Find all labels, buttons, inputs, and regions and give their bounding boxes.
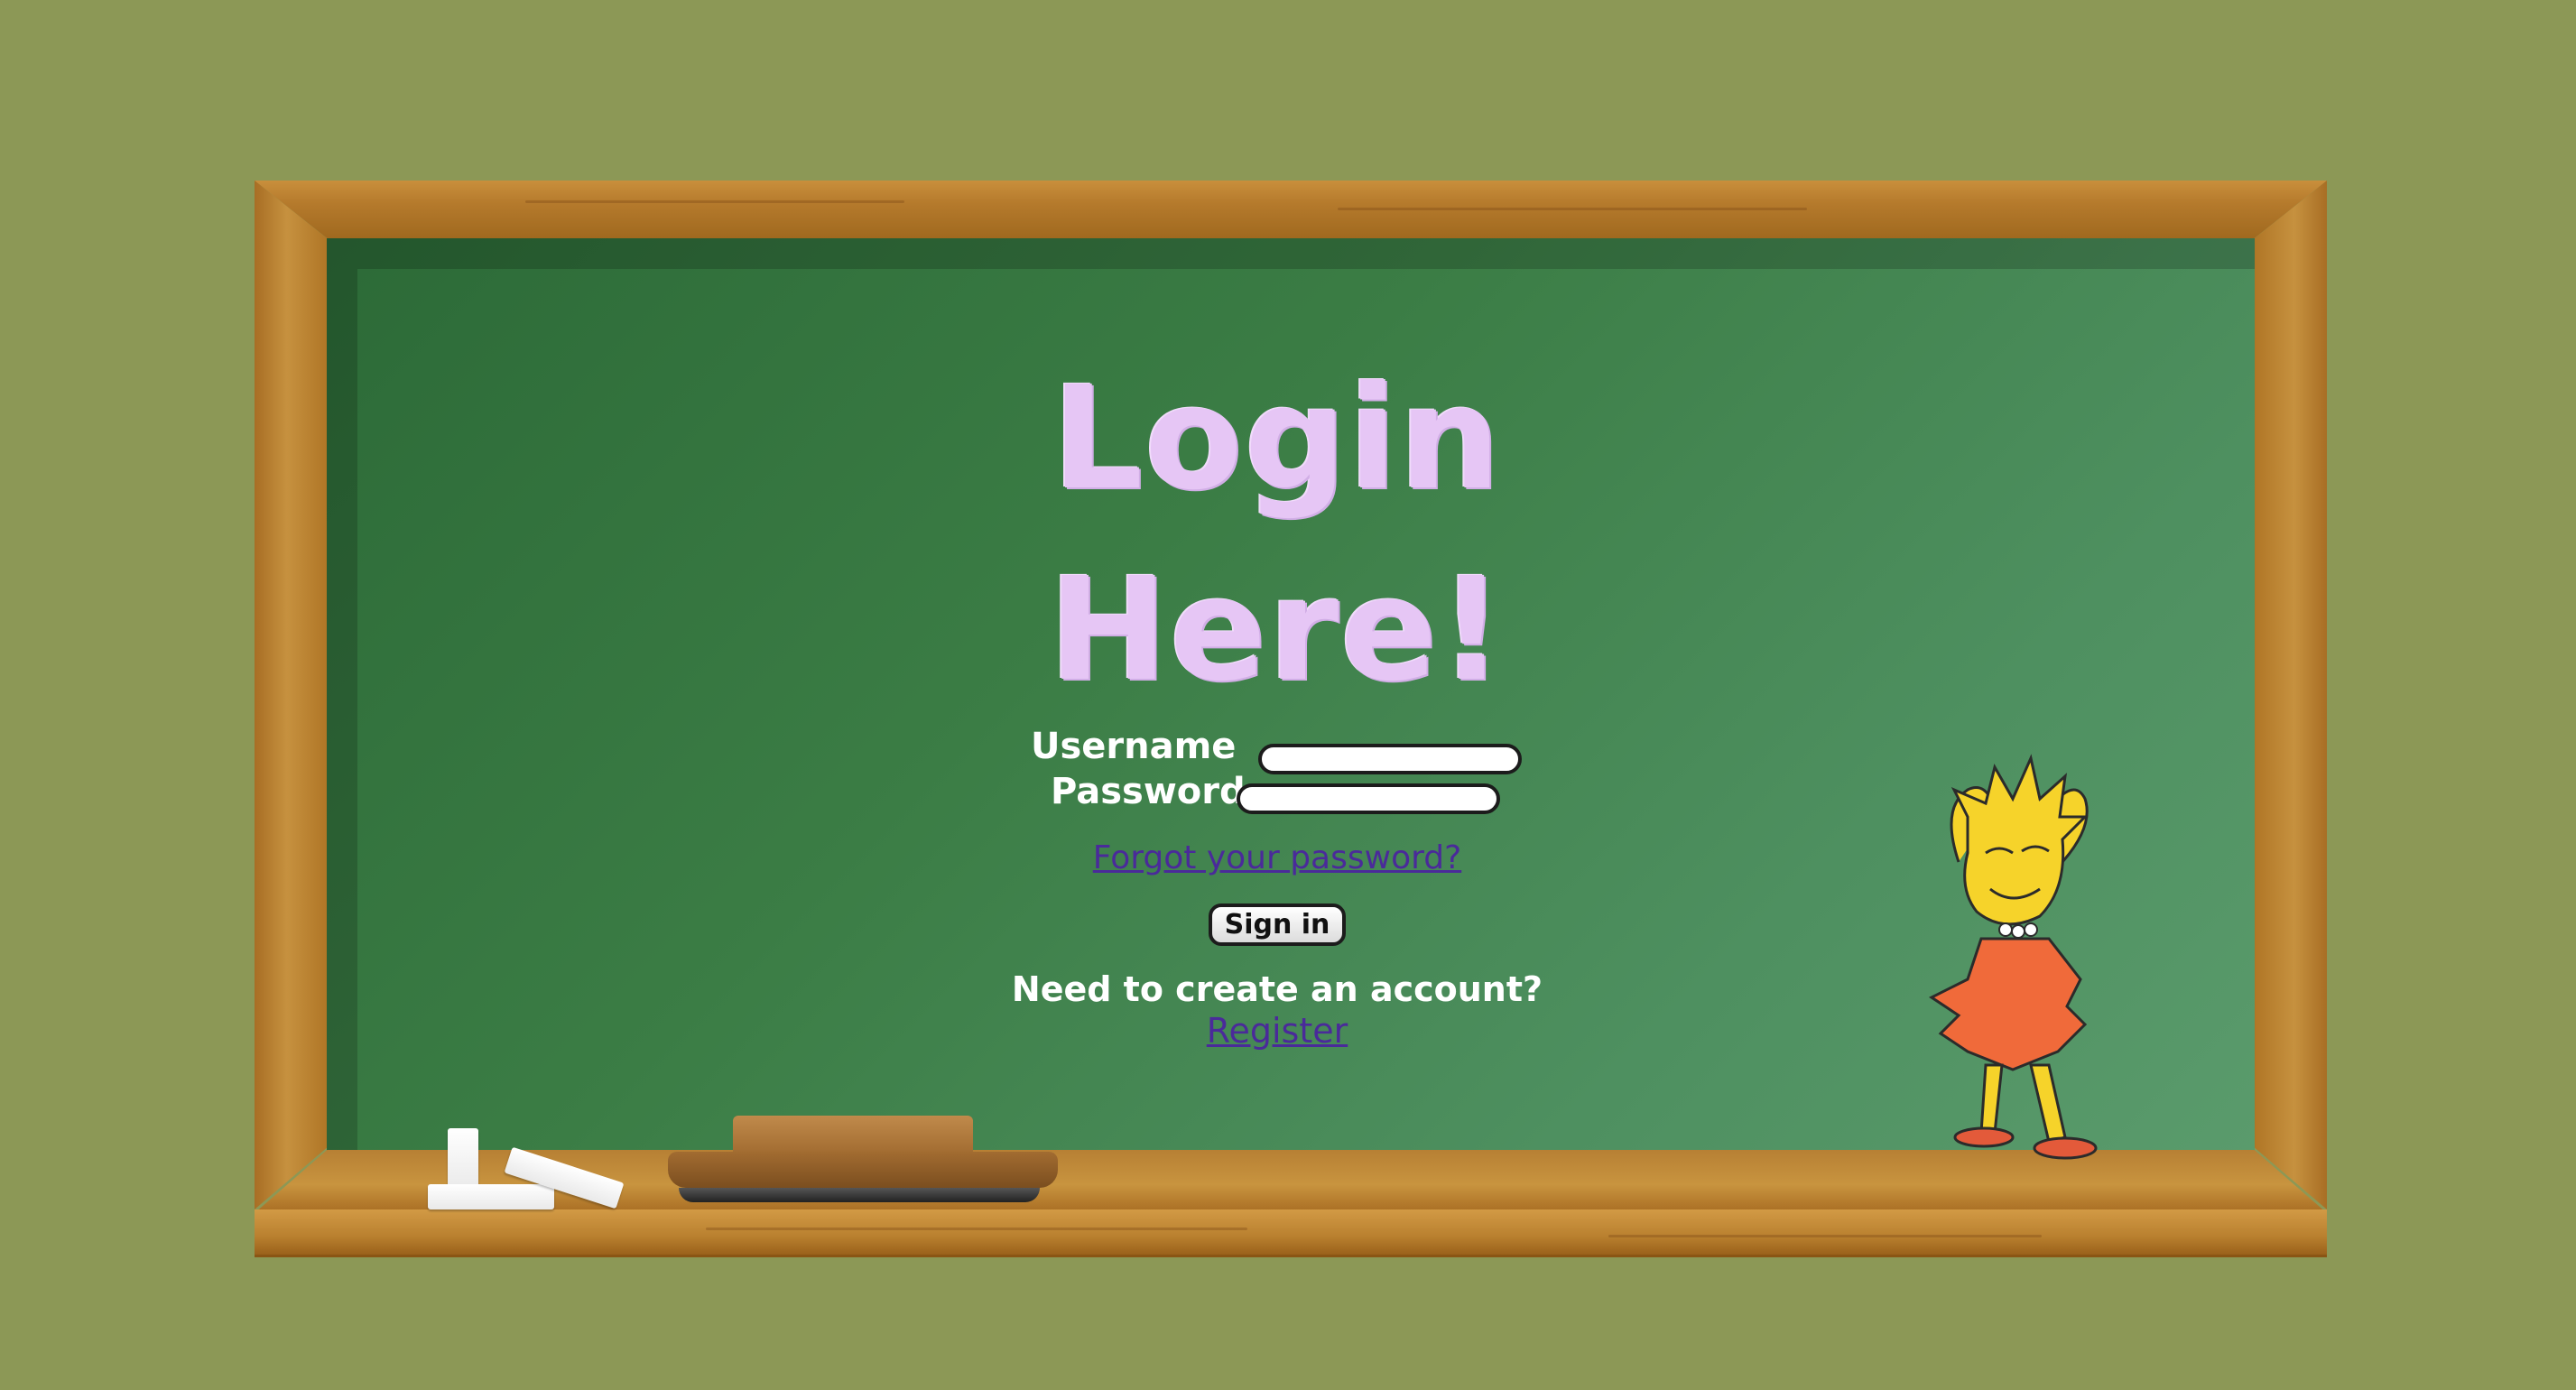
sign-in-button[interactable]: Sign in <box>1208 904 1347 946</box>
forgot-password-link[interactable]: Forgot your password? <box>903 839 1652 876</box>
login-form: Login Here! Username Password Forgot you… <box>903 343 1652 1051</box>
chalk-tray-front <box>255 1209 2327 1257</box>
wood-grain <box>1338 208 1807 210</box>
frame-left-rail <box>255 181 327 1209</box>
title-line-2: Here! <box>1048 547 1506 713</box>
frame-right-rail <box>2255 181 2327 1209</box>
username-row: Username <box>903 726 1652 774</box>
password-row: Password <box>903 771 1652 816</box>
cartoon-girl-icon <box>1929 754 2098 1160</box>
login-page: Login Here! Username Password Forgot you… <box>0 0 2576 1390</box>
wood-grain <box>706 1228 1247 1230</box>
username-label: Username <box>1031 726 1237 767</box>
wood-grain <box>525 200 904 203</box>
password-input[interactable] <box>1237 783 1500 814</box>
page-title: Login Here! <box>903 343 1652 726</box>
frame-top-rail <box>255 181 2327 238</box>
wood-grain <box>1608 1235 2042 1237</box>
title-line-1: Login <box>1052 356 1503 522</box>
register-link[interactable]: Register <box>1207 1011 1348 1051</box>
need-account-text: Need to create an account? <box>1011 969 1543 1009</box>
username-input[interactable] <box>1258 744 1522 774</box>
password-label: Password <box>1051 771 1246 812</box>
